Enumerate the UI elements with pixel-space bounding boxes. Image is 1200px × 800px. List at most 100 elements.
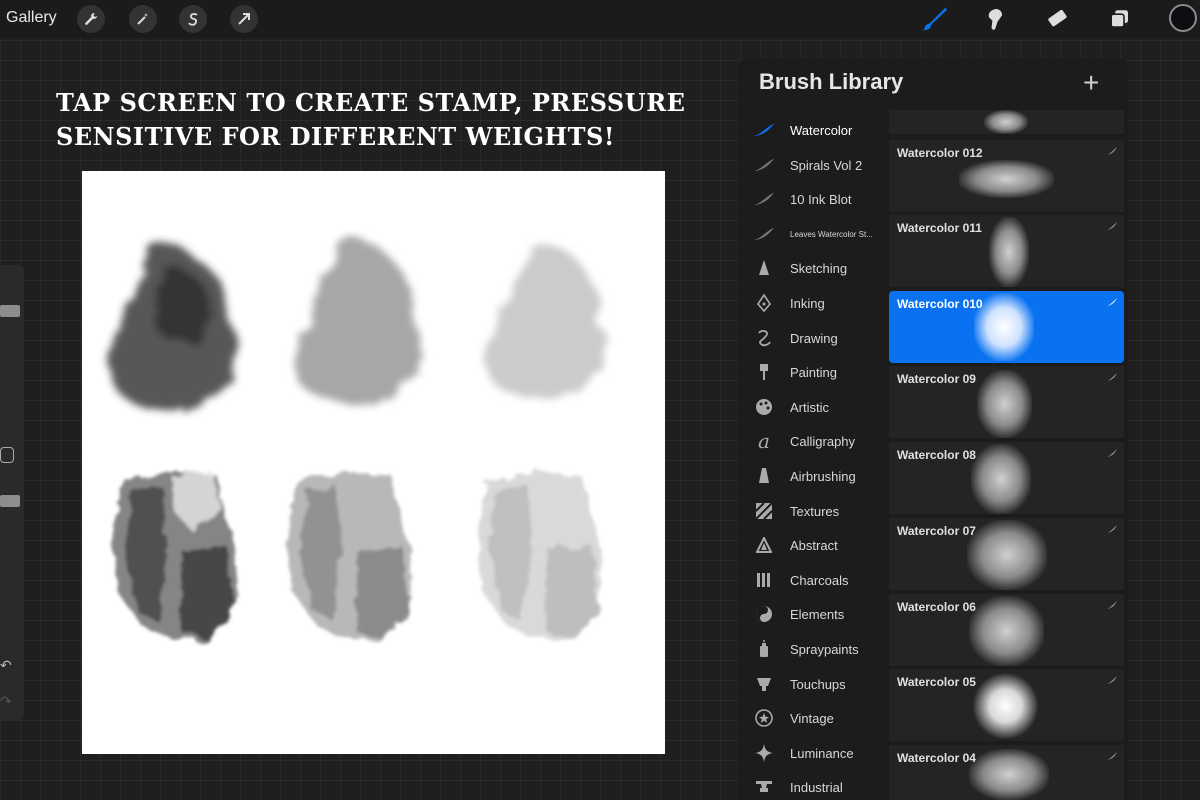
custom-brush-icon <box>1107 222 1117 230</box>
redo-icon[interactable]: ↷ <box>0 693 12 710</box>
stamp-blob-dark <box>109 243 237 410</box>
brush-item-watercolor-011[interactable]: Watercolor 011 <box>889 215 1124 287</box>
category-abstract[interactable]: Abstract <box>752 528 892 562</box>
custom-brush-icon <box>752 222 776 246</box>
brush-library-panel: Brush Library + Watercolor Spirals Vol 2… <box>738 58 1128 800</box>
category-vintage[interactable]: Vintage <box>752 701 892 735</box>
modify-button[interactable] <box>0 447 14 463</box>
category-10-ink-blot[interactable]: 10 Ink Blot <box>752 182 892 216</box>
custom-brush-icon <box>1107 298 1117 306</box>
brush-stroke-preview <box>974 293 1034 361</box>
brush-stroke-preview <box>969 749 1049 800</box>
undo-icon[interactable]: ↶ <box>0 657 12 674</box>
brush-icon[interactable] <box>920 4 950 34</box>
add-brush-button[interactable]: + <box>1083 67 1099 99</box>
wrench-icon[interactable] <box>77 5 105 33</box>
texture-icon <box>752 499 776 523</box>
category-watercolor[interactable]: Watercolor <box>752 113 892 147</box>
custom-brush-icon <box>752 118 776 142</box>
left-sidebar: ↶ ↷ <box>0 265 24 720</box>
headline-line-2: SENSITIVE FOR DIFFERENT WEIGHTS! <box>56 122 615 151</box>
category-calligraphy[interactable]: a Calligraphy <box>752 424 892 458</box>
brush-stroke-preview <box>959 160 1054 198</box>
brush-item-watercolor-08[interactable]: Watercolor 08 <box>889 442 1124 514</box>
brush-item-watercolor-010[interactable]: Watercolor 010 <box>889 291 1124 363</box>
brush-item-watercolor-012[interactable]: Watercolor 012 <box>889 140 1124 212</box>
star-badge-icon <box>752 706 776 730</box>
category-sketching[interactable]: Sketching <box>752 251 892 285</box>
pencil-tip-icon <box>752 256 776 280</box>
custom-brush-icon <box>1107 752 1117 760</box>
brush-stroke-preview <box>967 520 1047 590</box>
custom-brush-icon <box>1107 525 1117 533</box>
category-charcoals[interactable]: Charcoals <box>752 563 892 597</box>
brush-item-watercolor-06[interactable]: Watercolor 06 <box>889 594 1124 666</box>
brush-stroke-preview <box>973 673 1038 739</box>
layers-icon[interactable] <box>1105 4 1135 34</box>
custom-brush-icon <box>752 187 776 211</box>
pen-nib-icon <box>752 291 776 315</box>
airbrush-icon <box>752 464 776 488</box>
selection-s-icon[interactable] <box>179 5 207 33</box>
drawing-canvas[interactable] <box>82 171 665 754</box>
category-leaves-watercolor[interactable]: Leaves Watercolor St... <box>752 217 892 251</box>
top-toolbar: Gallery <box>0 0 1200 38</box>
brush-stroke-preview <box>989 217 1029 287</box>
squiggle-icon <box>752 326 776 350</box>
custom-brush-icon <box>1107 449 1117 457</box>
custom-brush-icon <box>752 153 776 177</box>
category-touchups[interactable]: Touchups <box>752 667 892 701</box>
category-spirals-vol-2[interactable]: Spirals Vol 2 <box>752 148 892 182</box>
watercolor-stamps <box>109 236 607 641</box>
brush-stroke-preview <box>984 110 1028 134</box>
category-artistic[interactable]: Artistic <box>752 390 892 424</box>
magic-wand-icon[interactable] <box>129 5 157 33</box>
spray-can-icon <box>752 637 776 661</box>
brush-size-slider[interactable] <box>0 305 20 317</box>
category-textures[interactable]: Textures <box>752 494 892 528</box>
touchup-icon <box>752 672 776 696</box>
custom-brush-icon <box>1107 601 1117 609</box>
stamp-blob-medium <box>294 236 422 405</box>
color-picker-button[interactable] <box>1169 4 1197 32</box>
custom-brush-icon <box>1107 373 1117 381</box>
category-spraypaints[interactable]: Spraypaints <box>752 632 892 666</box>
category-elements[interactable]: Elements <box>752 597 892 631</box>
headline-line-1: TAP SCREEN TO CREATE STAMP, PRESSURE <box>56 88 686 117</box>
brush-item-watercolor-04[interactable]: Watercolor 04 <box>889 745 1124 800</box>
eraser-icon[interactable] <box>1042 4 1072 34</box>
triangle-icon <box>752 533 776 557</box>
brush-item-partial[interactable] <box>889 110 1124 134</box>
promo-headline: TAP SCREEN TO CREATE STAMP, PRESSURE SEN… <box>56 86 696 154</box>
arrow-icon[interactable] <box>230 5 258 33</box>
calligraphy-a-icon: a <box>758 429 770 453</box>
brush-stroke-preview <box>971 444 1031 514</box>
brush-item-watercolor-05[interactable]: Watercolor 05 <box>889 669 1124 741</box>
category-airbrushing[interactable]: Airbrushing <box>752 459 892 493</box>
category-industrial[interactable]: Industrial <box>752 770 892 800</box>
stamp-blob-light <box>486 245 607 401</box>
custom-brush-icon <box>1107 676 1117 684</box>
palette-icon <box>752 395 776 419</box>
brush-item-watercolor-09[interactable]: Watercolor 09 <box>889 366 1124 438</box>
category-luminance[interactable]: Luminance <box>752 736 892 770</box>
brush-stroke-preview <box>977 370 1032 438</box>
stamp-rect-medium <box>287 471 412 641</box>
stamp-rect-light <box>477 471 602 641</box>
brush-item-watercolor-07[interactable]: Watercolor 07 <box>889 518 1124 590</box>
sparkle-icon <box>752 741 776 765</box>
yin-yang-icon <box>752 602 776 626</box>
stamp-rect-dark <box>112 469 237 641</box>
opacity-slider[interactable] <box>0 495 20 507</box>
brush-stroke-preview <box>969 596 1044 666</box>
panel-title: Brush Library <box>759 69 904 94</box>
gallery-button[interactable]: Gallery <box>6 9 57 27</box>
category-painting[interactable]: Painting <box>752 355 892 389</box>
custom-brush-icon <box>1107 147 1117 155</box>
category-drawing[interactable]: Drawing <box>752 321 892 355</box>
charcoal-icon <box>752 568 776 592</box>
anvil-icon <box>752 775 776 799</box>
paint-brush-icon <box>752 360 776 384</box>
category-inking[interactable]: Inking <box>752 286 892 320</box>
smudge-icon[interactable] <box>980 4 1010 34</box>
